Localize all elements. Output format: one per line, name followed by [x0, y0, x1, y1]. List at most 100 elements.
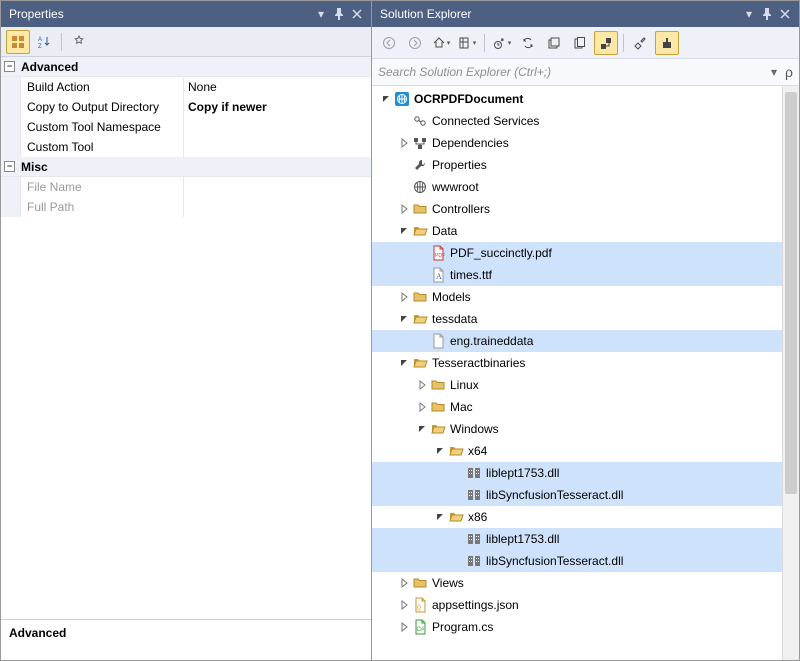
tree-node[interactable]: PDFPDF_succinctly.pdf [372, 242, 782, 264]
tree-node[interactable]: x86 [372, 506, 782, 528]
search-dropdown-icon[interactable]: ▾ [771, 65, 777, 79]
switch-views-button[interactable]: ▾ [455, 31, 479, 55]
tree-label: libSyncfusionTesseract.dll [486, 554, 631, 568]
search-icon[interactable]: ρ [785, 64, 793, 80]
tree-node[interactable]: Views [372, 572, 782, 594]
tree-node[interactable]: Data [372, 220, 782, 242]
window-menu-icon[interactable]: ▾ [741, 6, 757, 22]
expand-icon[interactable] [414, 402, 430, 412]
property-grid[interactable]: −AdvancedBuild ActionNoneCopy to Output … [1, 57, 371, 620]
tree-node[interactable]: liblept1753.dll [372, 462, 782, 484]
expand-icon[interactable] [432, 446, 448, 456]
expand-icon[interactable] [396, 358, 412, 368]
tree-label: Models [432, 290, 479, 304]
properties-panel: Properties ▾ AZ −AdvancedBuild ActionNon… [1, 1, 372, 660]
sync-button[interactable] [516, 31, 540, 55]
tree-node[interactable]: Properties [372, 154, 782, 176]
tree-node[interactable]: tessdata [372, 308, 782, 330]
tree-scrollbar[interactable] [782, 86, 799, 660]
property-row[interactable]: Copy to Output DirectoryCopy if newer [1, 97, 371, 117]
solution-search-input[interactable] [378, 65, 771, 79]
tree-node[interactable]: liblept1753.dll [372, 528, 782, 550]
property-value[interactable] [184, 197, 371, 217]
categorized-button[interactable] [6, 30, 30, 54]
collapse-all-button[interactable] [542, 31, 566, 55]
pin-icon[interactable] [759, 6, 775, 22]
expand-icon[interactable] [432, 512, 448, 522]
expand-icon[interactable] [378, 94, 394, 104]
tree-node[interactable]: libSyncfusionTesseract.dll [372, 550, 782, 572]
tree-node[interactable]: wwwroot [372, 176, 782, 198]
properties-title-bar[interactable]: Properties ▾ [1, 1, 371, 27]
tree-node[interactable]: Windows [372, 418, 782, 440]
tree-node[interactable]: OCRPDFDocument [372, 88, 782, 110]
tree-node[interactable]: {}appsettings.json [372, 594, 782, 616]
tree-node[interactable]: Atimes.ttf [372, 264, 782, 286]
expand-icon[interactable] [396, 314, 412, 324]
solution-title-bar[interactable]: Solution Explorer ▾ [372, 1, 799, 27]
property-help: Advanced [1, 620, 371, 660]
track-active-button[interactable] [594, 31, 618, 55]
expand-icon[interactable] [396, 204, 412, 214]
property-row[interactable]: Full Path [1, 197, 371, 217]
pin-icon[interactable] [331, 6, 347, 22]
property-value[interactable] [184, 117, 371, 137]
properties-button[interactable] [629, 31, 653, 55]
tree-node[interactable]: libSyncfusionTesseract.dll [372, 484, 782, 506]
property-category[interactable]: −Misc [1, 157, 371, 177]
tree-node[interactable]: Controllers [372, 198, 782, 220]
dll-icon [466, 487, 482, 503]
json-icon: {} [412, 597, 428, 613]
solution-search-row[interactable]: ▾ ρ [372, 59, 799, 86]
solution-tree[interactable]: OCRPDFDocument Connected Services Dependen… [372, 86, 782, 660]
property-row[interactable]: Build ActionNone [1, 77, 371, 97]
property-pages-button[interactable] [67, 30, 91, 54]
expand-icon[interactable] [396, 292, 412, 302]
show-all-files-button[interactable] [568, 31, 592, 55]
expand-icon[interactable] [396, 226, 412, 236]
expand-icon[interactable] [396, 138, 412, 148]
property-gutter [1, 97, 21, 117]
properties-toolbar: AZ [1, 27, 371, 57]
collapse-icon[interactable]: − [4, 61, 15, 72]
scrollbar-thumb[interactable] [785, 92, 797, 494]
property-value[interactable]: None [184, 77, 371, 97]
tree-node[interactable]: Linux [372, 374, 782, 396]
property-value[interactable]: Copy if newer [184, 97, 371, 117]
dll-icon [466, 553, 482, 569]
expand-icon[interactable] [414, 380, 430, 390]
pending-changes-button[interactable]: ▾ [490, 31, 514, 55]
dll-icon [466, 531, 482, 547]
tree-label: Connected Services [432, 114, 547, 128]
property-row[interactable]: File Name [1, 177, 371, 197]
tree-node[interactable]: Models [372, 286, 782, 308]
tree-node[interactable]: Connected Services [372, 110, 782, 132]
property-row[interactable]: Custom Tool [1, 137, 371, 157]
forward-button[interactable] [403, 31, 427, 55]
expand-icon[interactable] [396, 600, 412, 610]
property-name: Custom Tool Namespace [21, 117, 184, 137]
preview-button[interactable] [655, 31, 679, 55]
property-value[interactable] [184, 177, 371, 197]
back-button[interactable] [377, 31, 401, 55]
expand-icon[interactable] [396, 578, 412, 588]
close-icon[interactable] [349, 6, 365, 22]
window-menu-icon[interactable]: ▾ [313, 6, 329, 22]
property-value[interactable] [184, 137, 371, 157]
tree-node[interactable]: Dependencies [372, 132, 782, 154]
property-category[interactable]: −Advanced [1, 57, 371, 77]
property-help-heading: Advanced [9, 626, 66, 640]
expand-icon[interactable] [414, 424, 430, 434]
property-row[interactable]: Custom Tool Namespace [1, 117, 371, 137]
folder-icon [430, 377, 446, 393]
tree-node[interactable]: Tesseractbinaries [372, 352, 782, 374]
tree-node[interactable]: C#Program.cs [372, 616, 782, 638]
tree-node[interactable]: Mac [372, 396, 782, 418]
expand-icon[interactable] [396, 622, 412, 632]
home-button[interactable]: ▾ [429, 31, 453, 55]
alphabetical-button[interactable]: AZ [32, 30, 56, 54]
tree-node[interactable]: eng.traineddata [372, 330, 782, 352]
collapse-icon[interactable]: − [4, 161, 15, 172]
tree-node[interactable]: x64 [372, 440, 782, 462]
close-icon[interactable] [777, 6, 793, 22]
